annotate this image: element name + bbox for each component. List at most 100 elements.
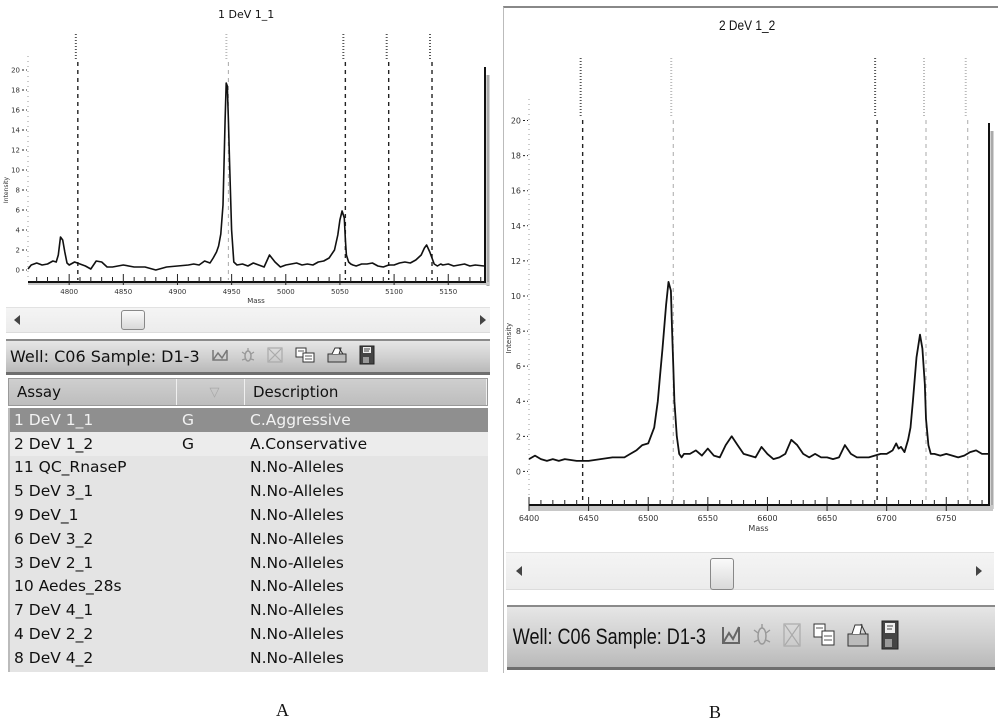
close-box-icon[interactable] <box>266 346 284 368</box>
y-tick-label: 6 <box>16 207 21 215</box>
table-header: Assay ▽ Description <box>8 378 488 406</box>
assay-table: Assay ▽ Description 1 DeV 1_1 G C.Aggressi… <box>8 378 488 672</box>
table-row[interactable]: 8 DeV 4_2 N.No-Alleles <box>10 646 488 670</box>
table-row[interactable]: 9 DeV_1 N.No-Alleles <box>10 503 488 527</box>
print-icon[interactable] <box>326 346 348 368</box>
y-tick-label: 4 <box>516 397 521 406</box>
y-tick-label: 4 <box>16 227 21 235</box>
y-tick-label: 0 <box>16 267 20 275</box>
y-tick-label: 20 <box>511 117 521 126</box>
peak-edit-icon[interactable] <box>720 621 742 653</box>
table-row[interactable]: 5 DeV 3_1 N.No-Alleles <box>10 479 488 503</box>
y-tick-label: 2 <box>516 432 521 441</box>
x-tick-label: 6550 <box>698 514 718 523</box>
table-row[interactable]: 2 DeV 1_2 G A.Conservative <box>10 431 488 456</box>
assay-cell: 2 DeV 1_2 <box>14 434 94 453</box>
scroll-right-arrow-icon[interactable] <box>480 315 486 325</box>
scroll-left-arrow-icon[interactable] <box>14 315 20 325</box>
x-tick-label: 4950 <box>223 288 241 296</box>
description-cell: N.No-Alleles <box>250 529 344 548</box>
sort-indicator-icon[interactable]: ▽ <box>177 379 245 405</box>
well-sample-label: Well: C06 Sample: D1-3 <box>512 624 706 649</box>
y-tick-label: 12 <box>511 257 521 266</box>
x-tick-label: 6650 <box>817 514 837 523</box>
description-cell: C.Aggressive <box>250 410 351 429</box>
scroll-thumb[interactable] <box>709 558 734 590</box>
spectrum-chart-b: 6400 6450 6500 6550 6600 6650 6700 6750 0 2 4 6 8 10 1… <box>505 58 994 533</box>
close-box-icon[interactable] <box>782 621 802 653</box>
x-tick-label: 6600 <box>757 514 777 523</box>
x-tick-label: 6400 <box>519 514 539 523</box>
table-row[interactable]: 1 DeV 1_1 G C.Aggressive <box>10 408 488 432</box>
peak-edit-icon[interactable] <box>210 346 230 368</box>
table-row[interactable]: 11 QC_RnaseP N.No-Alleles <box>10 456 488 480</box>
copy-icon[interactable] <box>812 621 836 653</box>
y-tick-label: 12 <box>11 147 20 155</box>
x-tick-label: 5000 <box>277 288 295 296</box>
y-tick-label: 18 <box>11 87 20 95</box>
y-axis-label: Intensity <box>505 323 513 353</box>
save-icon[interactable] <box>880 620 900 654</box>
description-cell: N.No-Alleles <box>250 506 344 525</box>
assay-cell: 5 DeV 3_1 <box>14 482 94 501</box>
y-tick-label: 20 <box>11 67 20 75</box>
x-tick-label: 4900 <box>169 288 187 296</box>
call-cell: G <box>182 434 195 453</box>
y-tick-label: 2 <box>16 247 20 255</box>
spectrum-line <box>27 82 485 271</box>
sample-toolbar: Well: C06 Sample: D1-3 <box>507 605 995 670</box>
assay-cell: 11 QC_RnaseP <box>14 458 127 477</box>
y-tick-label: 6 <box>516 362 521 371</box>
x-tick-label: 6750 <box>936 514 956 523</box>
assay-cell: 4 DeV 2_2 <box>14 625 94 644</box>
description-cell: N.No-Alleles <box>250 458 344 477</box>
print-icon[interactable] <box>846 621 870 653</box>
x-tick-label: 6500 <box>638 514 658 523</box>
description-cell: N.No-Alleles <box>250 577 344 596</box>
x-tick-label: 4850 <box>114 288 132 296</box>
table-row[interactable]: 6 DeV 3_2 N.No-Alleles <box>10 527 488 551</box>
assay-cell: 9 DeV_1 <box>14 506 79 525</box>
bug-icon[interactable] <box>752 621 772 653</box>
table-row[interactable]: 10 Aedes_28s N.No-Alleles <box>10 575 488 599</box>
scroll-right-arrow-icon[interactable] <box>976 566 982 576</box>
y-tick-label: 16 <box>11 107 20 115</box>
y-tick-label: 14 <box>511 222 521 231</box>
description-cell: N.No-Alleles <box>250 648 344 667</box>
chart-scrollbar[interactable] <box>506 552 994 590</box>
x-tick-label: 4800 <box>60 288 78 296</box>
y-tick-label: 8 <box>516 327 521 336</box>
column-header-assay[interactable]: Assay <box>9 379 177 405</box>
copy-icon[interactable] <box>294 346 316 368</box>
description-cell: N.No-Alleles <box>250 553 344 572</box>
panel-caption: B <box>709 702 722 722</box>
assay-cell: 7 DeV 4_1 <box>14 601 94 620</box>
y-tick-label: 8 <box>16 187 20 195</box>
bug-icon[interactable] <box>240 346 256 368</box>
y-tick-label: 0 <box>516 467 521 476</box>
x-tick-label: 6450 <box>578 514 598 523</box>
scroll-thumb[interactable] <box>121 310 146 330</box>
spectrum-chart-a: 4800 4850 4900 4950 5000 5050 5100 5150 0 2 4 6 8 10 1… <box>3 34 490 305</box>
x-tick-label: 5150 <box>439 288 457 296</box>
column-header-description[interactable]: Description <box>245 379 487 405</box>
description-cell: N.No-Alleles <box>250 601 344 620</box>
chart-scrollbar[interactable] <box>6 307 490 333</box>
sample-toolbar: Well: C06 Sample: D1-3 <box>6 339 490 375</box>
assay-cell: 3 DeV 2_1 <box>14 553 94 572</box>
well-sample-label: Well: C06 Sample: D1-3 <box>10 347 200 366</box>
description-cell: N.No-Alleles <box>250 625 344 644</box>
table-row[interactable]: 7 DeV 4_1 N.No-Alleles <box>10 598 488 622</box>
description-cell: A.Conservative <box>250 434 368 453</box>
x-tick-label: 5050 <box>331 288 349 296</box>
assay-cell: 1 DeV 1_1 <box>14 410 94 429</box>
panel-a: 1 DeV 1_1 4800 4850 4900 4950 5000 5050 5100 51… <box>0 0 495 720</box>
table-row[interactable]: 4 DeV 2_2 N.No-Alleles <box>10 622 488 646</box>
y-tick-label: 10 <box>511 292 521 301</box>
table-row[interactable]: 3 DeV 2_1 N.No-Alleles <box>10 551 488 575</box>
x-tick-label: 6700 <box>876 514 896 523</box>
assay-cell: 6 DeV 3_2 <box>14 529 94 548</box>
panel-b: 2 DeV 1_2 6400 6450 6500 6550 6600 6650 6700 67… <box>503 6 998 722</box>
save-icon[interactable] <box>358 345 376 369</box>
scroll-left-arrow-icon[interactable] <box>516 566 522 576</box>
